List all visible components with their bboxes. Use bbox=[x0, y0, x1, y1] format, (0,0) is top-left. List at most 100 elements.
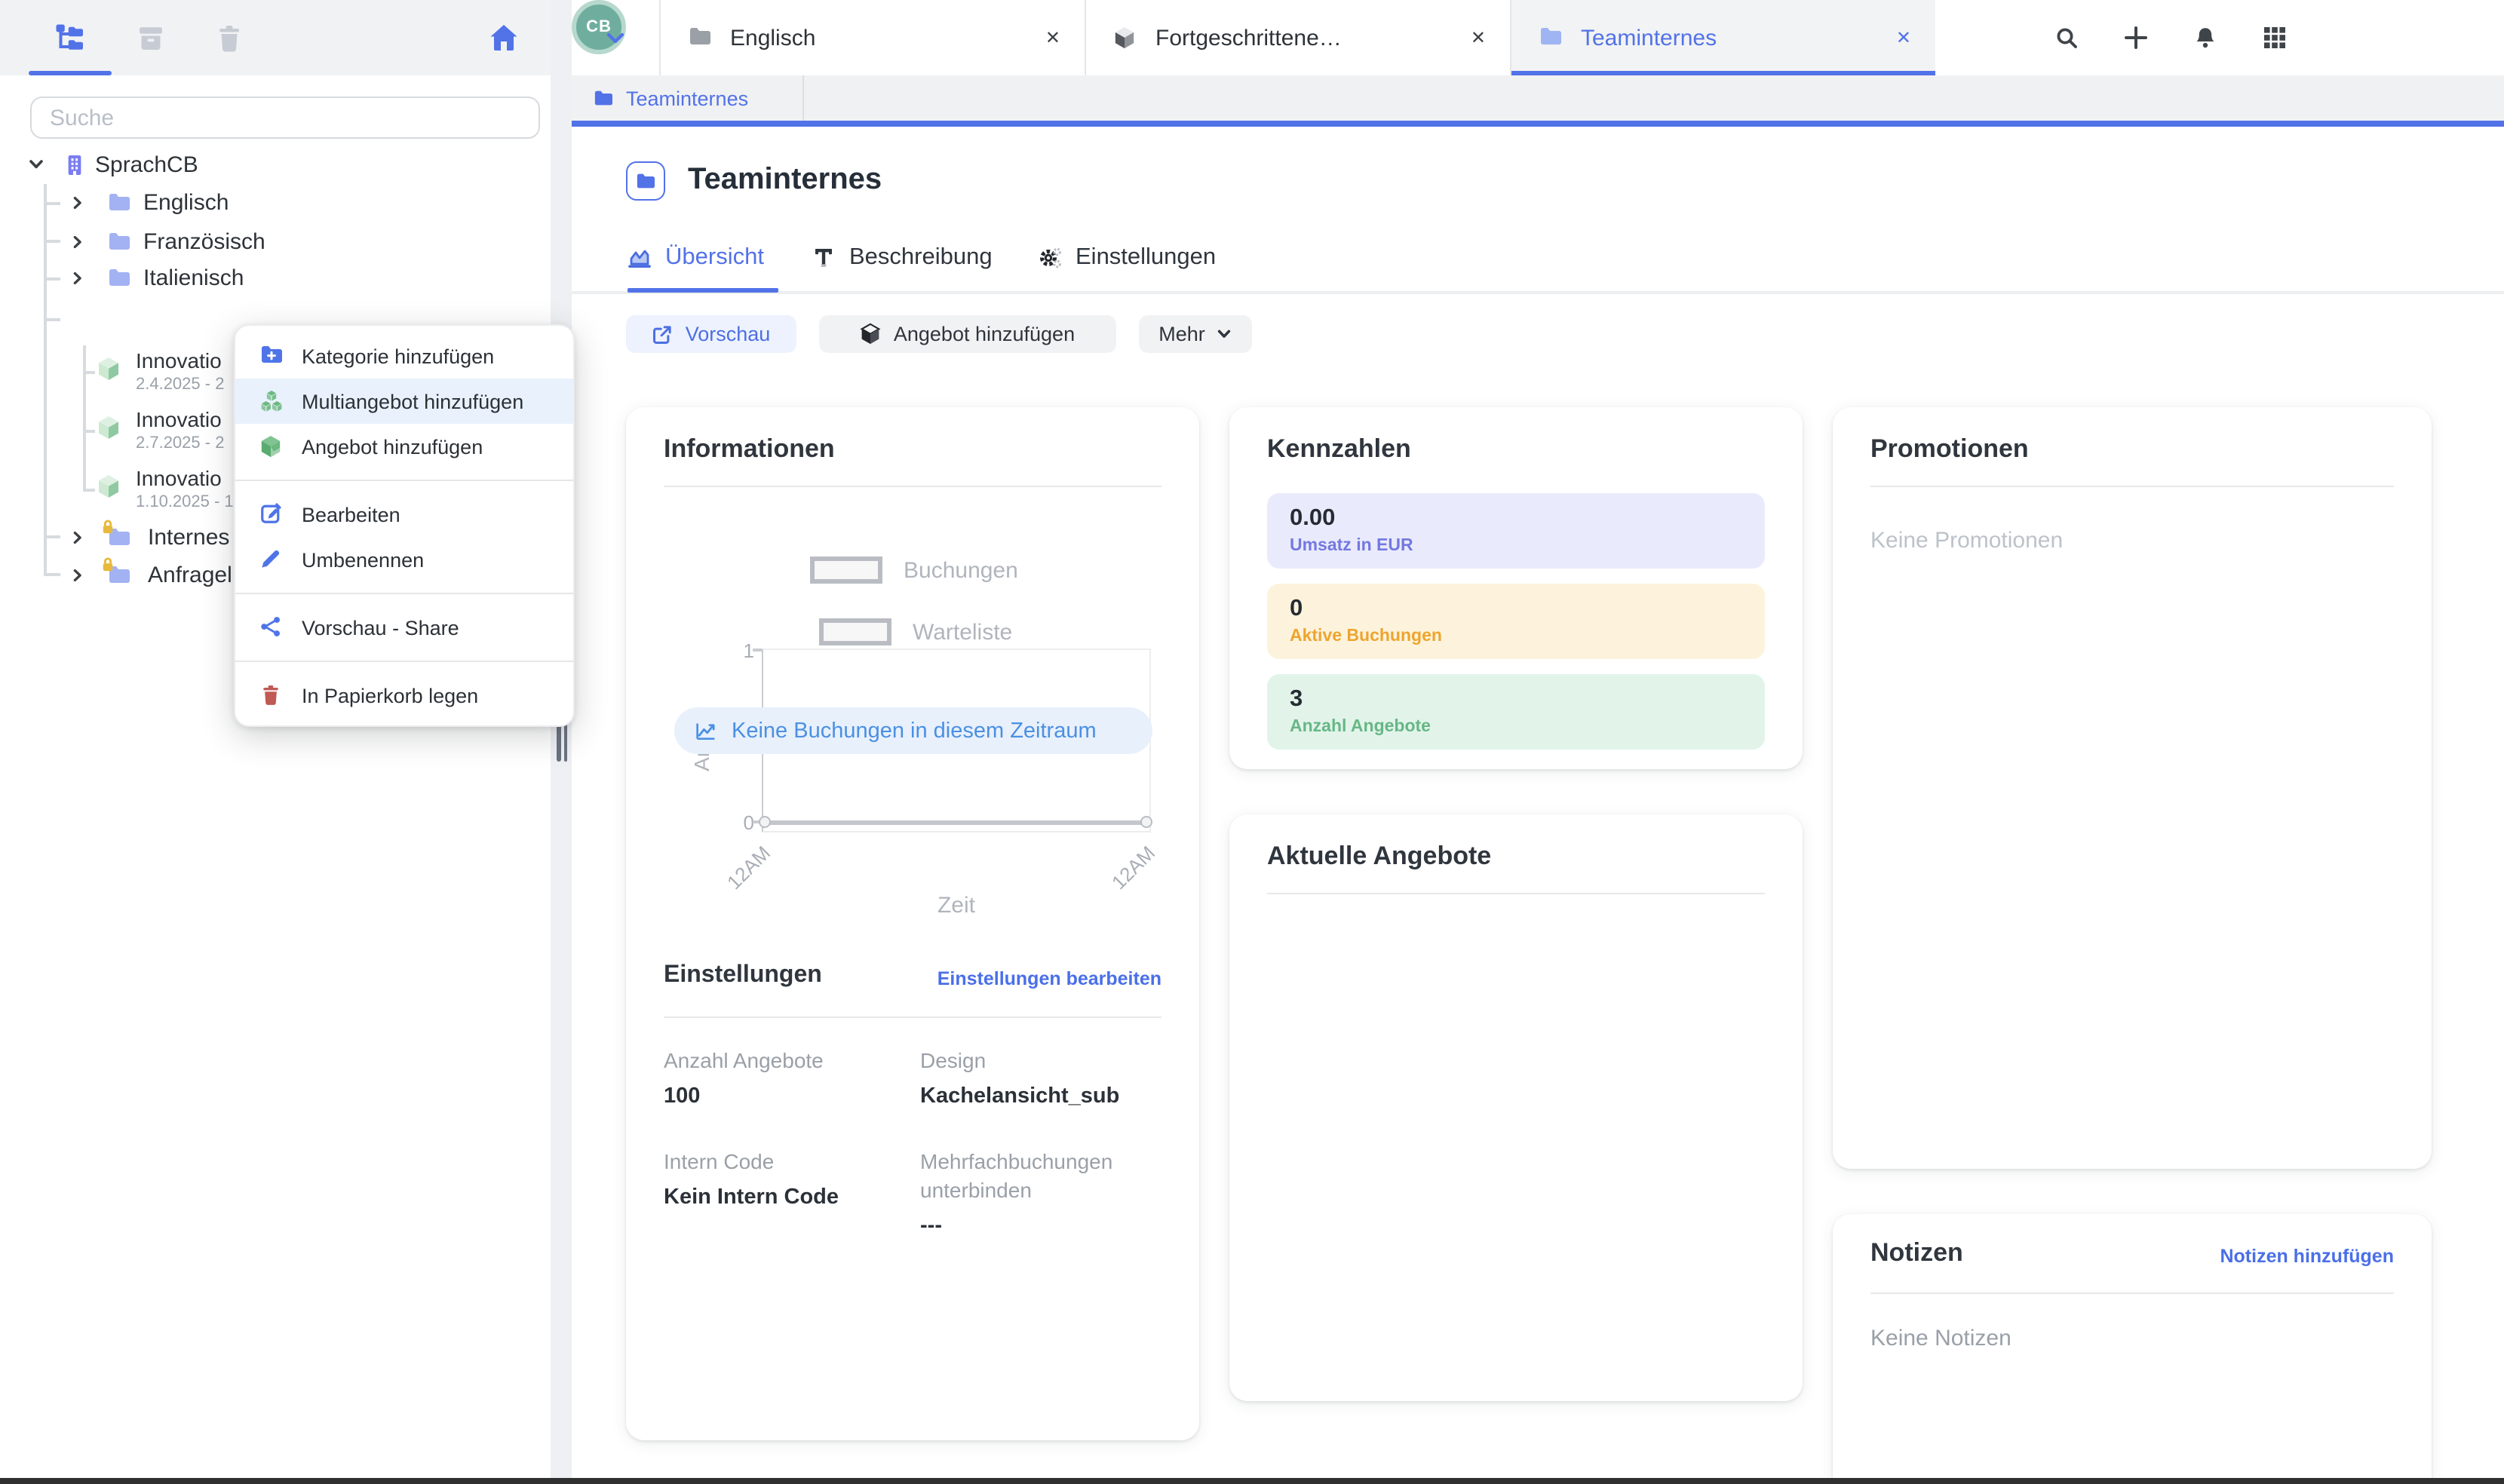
legend-label: Warteliste bbox=[913, 619, 1012, 645]
button-label: Angebot hinzufügen bbox=[894, 323, 1075, 345]
external-link-icon bbox=[652, 323, 674, 345]
settings-fields: Anzahl Angebote 100 Design Kachelansicht… bbox=[664, 1047, 1161, 1237]
building-icon bbox=[65, 153, 84, 176]
offer-date: 1.10.2025 - 1 bbox=[136, 493, 234, 511]
panel-resize-handle[interactable] bbox=[551, 0, 572, 1484]
field-label: Design bbox=[920, 1047, 1161, 1075]
tab-beschreibung[interactable]: Beschreibung bbox=[812, 235, 993, 281]
menu-item-vorschau-share[interactable]: Vorschau - Share bbox=[235, 605, 573, 650]
stat-label: Umsatz in EUR bbox=[1290, 537, 1765, 555]
tree-item-internes[interactable]: Internes bbox=[69, 519, 229, 555]
menu-item-label: Multiangebot hinzufügen bbox=[302, 390, 523, 412]
preview-button[interactable]: Vorschau bbox=[626, 315, 796, 353]
field-mehrfachbuchungen: Mehrfachbuchungen unterbinden --- bbox=[920, 1148, 1161, 1238]
stat-value: 3 bbox=[1290, 686, 1765, 713]
menu-item-in-papierkorb-legen[interactable]: In Papierkorb legen bbox=[235, 673, 573, 718]
add-offer-button[interactable]: Angebot hinzufügen bbox=[819, 315, 1116, 353]
text-icon bbox=[812, 246, 836, 270]
stat-value: 0.00 bbox=[1290, 505, 1765, 532]
field-design: Design Kachelansicht_sub bbox=[920, 1047, 1161, 1108]
folder-icon bbox=[688, 26, 712, 50]
stat-aktive-buchungen: 0 Aktive Buchungen bbox=[1267, 584, 1765, 659]
close-icon[interactable]: ✕ bbox=[1471, 27, 1486, 48]
main-area: Englisch ✕ Fortgeschrittene… ✕ Teaminter… bbox=[572, 0, 2504, 1484]
cube-icon bbox=[259, 434, 284, 458]
tab-uebersicht[interactable]: Übersicht bbox=[628, 235, 764, 281]
toolbar-active-indicator bbox=[29, 71, 112, 75]
notifications-bell-icon[interactable] bbox=[2193, 26, 2217, 50]
tree-item-franzoesisch[interactable]: Französisch bbox=[69, 223, 265, 259]
tree-item-label: Englisch bbox=[143, 189, 229, 215]
offer-date: 2.4.2025 - 2 bbox=[136, 376, 224, 394]
pen-square-icon bbox=[259, 502, 284, 526]
tab-teaminternes-active[interactable]: Teaminternes ✕ bbox=[1511, 0, 1935, 75]
tab-einstellungen[interactable]: Einstellungen bbox=[1038, 235, 1216, 281]
empty-chart-message: Keine Buchungen in diesem Zeitraum bbox=[674, 707, 1152, 754]
apps-grid-icon[interactable] bbox=[2263, 26, 2287, 50]
legend-warteliste[interactable]: Warteliste bbox=[819, 618, 1012, 645]
tree-offer-1[interactable]: Innovatio 2.4.2025 - 2 bbox=[97, 348, 224, 394]
folder-icon bbox=[1539, 26, 1563, 50]
trash-icon bbox=[259, 683, 284, 707]
field-label: Mehrfachbuchungen unterbinden bbox=[920, 1148, 1161, 1205]
stat-label: Aktive Buchungen bbox=[1290, 627, 1765, 645]
close-icon[interactable]: ✕ bbox=[1045, 27, 1060, 48]
menu-item-angebot-hinzufuegen[interactable]: Angebot hinzufügen bbox=[235, 424, 573, 469]
tree-offer-2[interactable]: Innovatio 2.7.2025 - 2 bbox=[97, 407, 224, 452]
active-tab-indicator bbox=[628, 288, 778, 293]
tree-line bbox=[44, 318, 60, 320]
menu-item-bearbeiten[interactable]: Bearbeiten bbox=[235, 492, 573, 537]
menu-item-multiangebot-hinzufuegen[interactable]: Multiangebot hinzufügen bbox=[235, 379, 573, 424]
tab-fortgeschrittene[interactable]: Fortgeschrittene… ✕ bbox=[1086, 0, 1511, 75]
legend-swatch bbox=[819, 618, 891, 645]
divider bbox=[1870, 1292, 2394, 1294]
menu-item-label: Vorschau - Share bbox=[302, 616, 459, 639]
offer-cube-icon bbox=[97, 415, 121, 440]
stat-value: 0 bbox=[1290, 596, 1765, 623]
tab-englisch[interactable]: Englisch ✕ bbox=[659, 0, 1086, 75]
chevron-right-icon bbox=[69, 194, 86, 210]
chevron-down-icon bbox=[27, 155, 45, 173]
page-title: Teaminternes bbox=[688, 163, 882, 198]
add-note-link[interactable]: Notizen hinzufügen bbox=[2220, 1246, 2394, 1267]
breadcrumb-item-teaminternes[interactable]: Teaminternes bbox=[572, 75, 804, 121]
y-tick: 1 bbox=[717, 639, 754, 662]
offer-date: 2.7.2025 - 2 bbox=[136, 434, 224, 452]
cubes-icon bbox=[259, 389, 284, 413]
search-icon[interactable] bbox=[2054, 26, 2079, 50]
archive-icon[interactable] bbox=[136, 23, 166, 53]
menu-item-umbenennen[interactable]: Umbenennen bbox=[235, 537, 573, 582]
more-button[interactable]: Mehr bbox=[1139, 315, 1252, 353]
trash-icon[interactable] bbox=[214, 23, 244, 53]
chevron-down-icon[interactable] bbox=[603, 26, 628, 50]
cube-icon bbox=[861, 323, 882, 345]
tree-item-anfragel[interactable]: Anfragel bbox=[69, 556, 232, 593]
tree-root-label: SprachCB bbox=[95, 152, 198, 177]
tree-item-italienisch[interactable]: Italienisch bbox=[69, 259, 244, 296]
empty-chart-text: Keine Buchungen in diesem Zeitraum bbox=[732, 719, 1097, 743]
tree-item-englisch[interactable]: Englisch bbox=[69, 184, 229, 220]
tree-offer-3[interactable]: Innovatio 1.10.2025 - 1 bbox=[97, 466, 234, 511]
legend-buchungen[interactable]: Buchungen bbox=[810, 556, 1018, 584]
stat-label: Anzahl Angebote bbox=[1290, 718, 1765, 736]
folder-tree-icon[interactable] bbox=[54, 23, 84, 53]
card-title: Informationen bbox=[664, 434, 835, 465]
edit-settings-link[interactable]: Einstellungen bearbeiten bbox=[937, 968, 1161, 989]
search-input[interactable] bbox=[30, 97, 540, 139]
home-icon[interactable] bbox=[489, 23, 519, 53]
stat-anzahl-angebote: 3 Anzahl Angebote bbox=[1267, 674, 1765, 750]
close-icon[interactable]: ✕ bbox=[1896, 27, 1911, 48]
tab-bar: Englisch ✕ Fortgeschrittene… ✕ Teaminter… bbox=[572, 0, 2504, 75]
tree-root-sprachcb[interactable]: SprachCB bbox=[27, 146, 198, 182]
menu-item-label: Bearbeiten bbox=[302, 503, 400, 526]
add-icon[interactable] bbox=[2124, 26, 2148, 50]
tree-line bbox=[44, 535, 60, 538]
divider bbox=[664, 486, 1161, 487]
divider bbox=[1870, 486, 2394, 487]
field-value: Kein Intern Code bbox=[664, 1185, 920, 1210]
tree-line bbox=[83, 430, 95, 432]
menu-item-kategorie-hinzufuegen[interactable]: Kategorie hinzufügen bbox=[235, 333, 573, 379]
chevron-right-icon bbox=[69, 233, 86, 250]
field-value: 100 bbox=[664, 1084, 920, 1108]
tab-label: Teaminternes bbox=[1581, 25, 1717, 51]
